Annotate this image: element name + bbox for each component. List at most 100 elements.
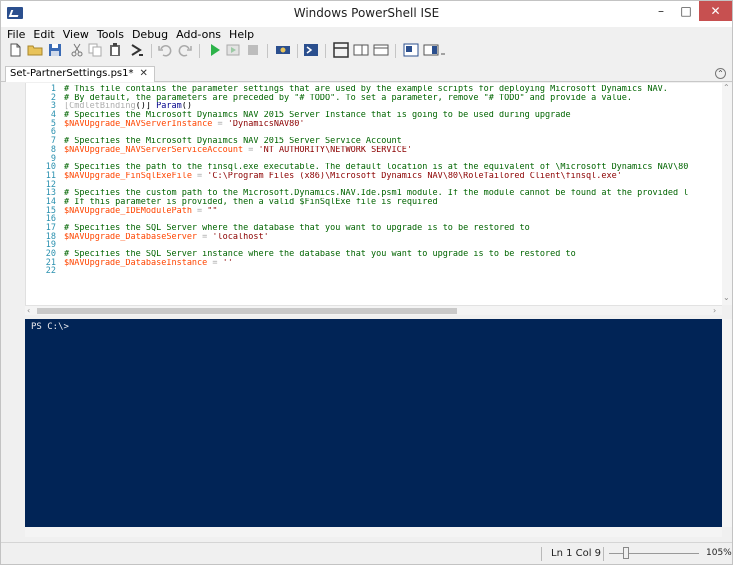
code-line[interactable]: [64, 267, 726, 276]
code-line[interactable]: # Specifies the SQL Server instance wher…: [64, 250, 726, 259]
code-line[interactable]: # Specifies the SQL Server where the dat…: [64, 224, 726, 233]
code-line[interactable]: [64, 241, 726, 250]
close-button[interactable]: ✕: [699, 1, 732, 21]
stop-icon[interactable]: [245, 42, 261, 58]
code-line[interactable]: # This file contains the parameter setti…: [64, 85, 726, 94]
show-command-addon-icon[interactable]: [423, 42, 439, 58]
code-line[interactable]: [64, 128, 726, 137]
script-code[interactable]: # This file contains the parameter setti…: [64, 85, 726, 276]
toolbar-separator: [325, 44, 326, 58]
menu-tools[interactable]: Tools: [93, 28, 128, 42]
minimize-button[interactable]: –: [649, 1, 673, 21]
zoom-slider-thumb[interactable]: [623, 547, 629, 559]
toolbar-separator: [267, 44, 268, 58]
start-powershell-icon[interactable]: [303, 42, 319, 58]
code-token: =: [197, 232, 213, 242]
menu-view[interactable]: View: [59, 28, 93, 42]
code-token: # Specifies the path to the finsql.exe e…: [64, 163, 689, 172]
code-token: (): [181, 102, 192, 112]
script-editor[interactable]: 1 2 3 4 5 6 7 8 9 10 11 12 13 14 15 16 17 18 19 20 21 22 # Th…: [25, 83, 731, 305]
menu-add-ons[interactable]: Add-ons: [172, 28, 225, 42]
script-pane-top-icon[interactable]: [333, 42, 349, 58]
open-folder-icon[interactable]: [27, 42, 43, 58]
code-token: [CmdletBinding: [64, 102, 136, 112]
console-pane[interactable]: PS C:\>: [25, 319, 722, 527]
script-pane-maximized-icon[interactable]: [373, 42, 389, 58]
run-script-icon[interactable]: [207, 42, 223, 58]
script-vertical-scrollbar[interactable]: ⌃ ⌄: [722, 83, 732, 305]
code-line[interactable]: $NAVUpgrade_NAVServerServiceAccount = 'N…: [64, 146, 726, 155]
new-remote-tab-icon[interactable]: [275, 42, 291, 58]
run-selection-icon[interactable]: [225, 42, 241, 58]
script-tab-strip: Set-PartnerSettings.ps1* ✕ ⌃: [1, 64, 732, 82]
save-icon[interactable]: [47, 42, 63, 58]
scroll-up-icon[interactable]: ⌃: [723, 83, 730, 93]
code-token: "": [207, 206, 218, 216]
new-script-icon[interactable]: [7, 42, 23, 58]
maximize-button[interactable]: □: [674, 1, 698, 21]
code-line[interactable]: # By default, the parameters are precede…: [64, 94, 726, 103]
code-token: $NAVUpgrade_IDEModulePath: [64, 206, 192, 216]
code-line[interactable]: # Specifies the Microsoft Dynaimcs NAV 2…: [64, 137, 726, 146]
code-token: =: [191, 206, 208, 216]
toolbar: [1, 42, 732, 60]
code-token: Param: [156, 102, 182, 112]
toolbar-overflow-icon[interactable]: [439, 42, 447, 58]
powershell-ise-window: Windows PowerShell ISE – □ ✕ File Edit Vie…: [0, 0, 733, 565]
console-prompt: PS C:\>: [31, 322, 69, 332]
tab-set-partner-settings[interactable]: Set-PartnerSettings.ps1* ✕: [5, 66, 155, 82]
code-token: $NAVUpgrade_NAVServerServiceAccount: [64, 145, 244, 155]
code-token: ()]: [135, 102, 157, 112]
code-line[interactable]: $NAVUpgrade_FinSqlExeFile = 'C:\Program …: [64, 172, 726, 181]
console-horizontal-scrollbar[interactable]: [25, 527, 722, 537]
code-line[interactable]: $NAVUpgrade_DatabaseInstance = '': [64, 259, 726, 268]
code-token: '': [222, 258, 233, 268]
menu-file[interactable]: File: [1, 28, 29, 42]
line-number-gutter: 1 2 3 4 5 6 7 8 9 10 11 12 13 14 15 16 17 18 19 20 21 22: [26, 85, 56, 276]
undo-icon[interactable]: [157, 42, 173, 58]
code-token: # This file contains the parameter setti…: [64, 85, 668, 94]
code-token: =: [207, 258, 223, 268]
tab-label: Set-PartnerSettings.ps1*: [10, 68, 134, 79]
code-line[interactable]: $NAVUpgrade_NAVServerInstance = 'Dynamic…: [64, 120, 726, 129]
console-vertical-scrollbar[interactable]: [722, 319, 732, 527]
script-horizontal-scrollbar[interactable]: ‹ ›: [25, 305, 722, 315]
paste-icon[interactable]: [107, 42, 123, 58]
tab-close-icon[interactable]: ✕: [140, 67, 148, 81]
code-line[interactable]: [64, 181, 726, 190]
code-line[interactable]: $NAVUpgrade_IDEModulePath = "": [64, 207, 726, 216]
code-token: $NAVUpgrade_DatabaseServer: [64, 232, 198, 242]
code-token: 'localhost': [212, 232, 269, 242]
menu-debug[interactable]: Debug: [128, 28, 172, 42]
script-pane-right-icon[interactable]: [353, 42, 369, 58]
code-line[interactable]: [64, 215, 726, 224]
copy-icon[interactable]: [87, 42, 103, 58]
toolbar-separator: [199, 44, 200, 58]
code-line[interactable]: [64, 155, 726, 164]
code-line[interactable]: # Specifies the custom path to the Micro…: [64, 189, 726, 198]
code-token: $NAVUpgrade_NAVServerInstance: [64, 119, 213, 129]
show-command-window-icon[interactable]: [403, 42, 419, 58]
toolbar-separator: [297, 44, 298, 58]
menu-edit[interactable]: Edit: [29, 28, 58, 42]
collapse-pane-icon[interactable]: ⌃: [715, 68, 726, 79]
cut-icon[interactable]: [69, 42, 85, 58]
code-token: # By default, the parameters are precede…: [64, 93, 633, 103]
scrollbar-thumb[interactable]: [37, 308, 457, 314]
clear-console-icon[interactable]: [129, 42, 145, 58]
code-token: 'NT AUTHORITY\NETWORK SERVICE': [258, 145, 413, 155]
code-line[interactable]: [CmdletBinding()] Param(): [64, 102, 726, 111]
menu-help[interactable]: Help: [225, 28, 258, 42]
code-line[interactable]: # Specifies the Microsoft Dynaimcs NAV 2…: [64, 111, 726, 120]
window-title: Windows PowerShell ISE: [293, 6, 440, 20]
code-line[interactable]: $NAVUpgrade_DatabaseServer = 'localhost': [64, 233, 726, 242]
scroll-down-icon[interactable]: ⌄: [723, 293, 730, 303]
menu-bar: File Edit View Tools Debug Add-ons Help: [1, 28, 732, 42]
code-line[interactable]: # If this parameter is provided, then a …: [64, 198, 726, 207]
code-line[interactable]: # Specifies the path to the finsql.exe e…: [64, 163, 726, 172]
code-token: =: [191, 171, 208, 181]
code-token: =: [243, 145, 259, 155]
zoom-level: 105%: [706, 548, 732, 558]
redo-icon[interactable]: [177, 42, 193, 58]
code-token: $NAVUpgrade_FinSqlExeFile: [64, 171, 192, 181]
